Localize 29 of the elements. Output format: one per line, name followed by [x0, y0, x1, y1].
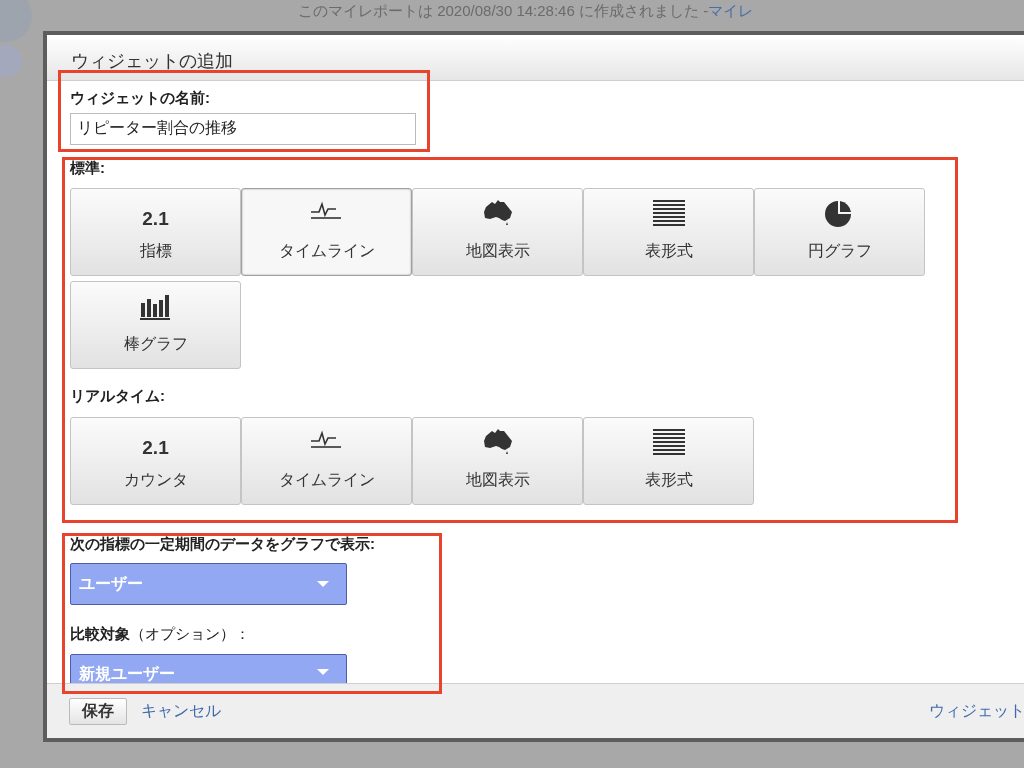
report-notice: このマイレポートは 2020/08/30 14:28:46 に作成されました -: [298, 1, 709, 21]
field-label: ウィジェットの名前:: [70, 88, 211, 108]
number-text: 2.1: [142, 207, 169, 228]
section-label: リアルタイム:: [70, 386, 166, 406]
section-label: 標準:: [70, 157, 106, 178]
widget-type-button[interactable]: 表形式: [583, 188, 754, 276]
field-label: 比較対象（オプション）：: [70, 624, 251, 644]
dialog-title: ウィジェットの追加: [71, 50, 233, 73]
dropdown-value: 新規ユーザー: [79, 663, 175, 683]
number-text: 2.1: [142, 435, 169, 457]
widget-type-button[interactable]: 地図表示: [412, 416, 583, 505]
caret-icon: [317, 668, 329, 675]
cancel-link[interactable]: キャンセル: [141, 699, 221, 723]
widget-type-button[interactable]: 表形式: [583, 416, 754, 505]
save-button[interactable]: 保存: [69, 697, 127, 725]
widget-link[interactable]: ウィジェット: [929, 699, 1024, 723]
widget-type-button[interactable]: 棒グラフ: [70, 281, 241, 369]
table-icon: [650, 198, 687, 228]
caret-icon: [317, 581, 329, 587]
widget-type-button[interactable]: 2.1 カウンタ: [70, 416, 241, 505]
widget-type-button[interactable]: 円グラフ: [754, 188, 925, 276]
widget-type-button[interactable]: タイムライン: [241, 188, 412, 276]
widget-type-button[interactable]: 地図表示: [412, 188, 583, 276]
widget-type-button[interactable]: タイムライン: [241, 416, 412, 505]
table-icon: [650, 426, 687, 457]
widget-type-button[interactable]: 2.1 指標: [70, 188, 241, 276]
field-label: 次の指標の一定期間のデータをグラフで表示:: [70, 533, 376, 554]
name-input-field[interactable]: リピーター割合の推移: [70, 112, 416, 145]
dropdown-value: ユーザー: [79, 574, 143, 594]
